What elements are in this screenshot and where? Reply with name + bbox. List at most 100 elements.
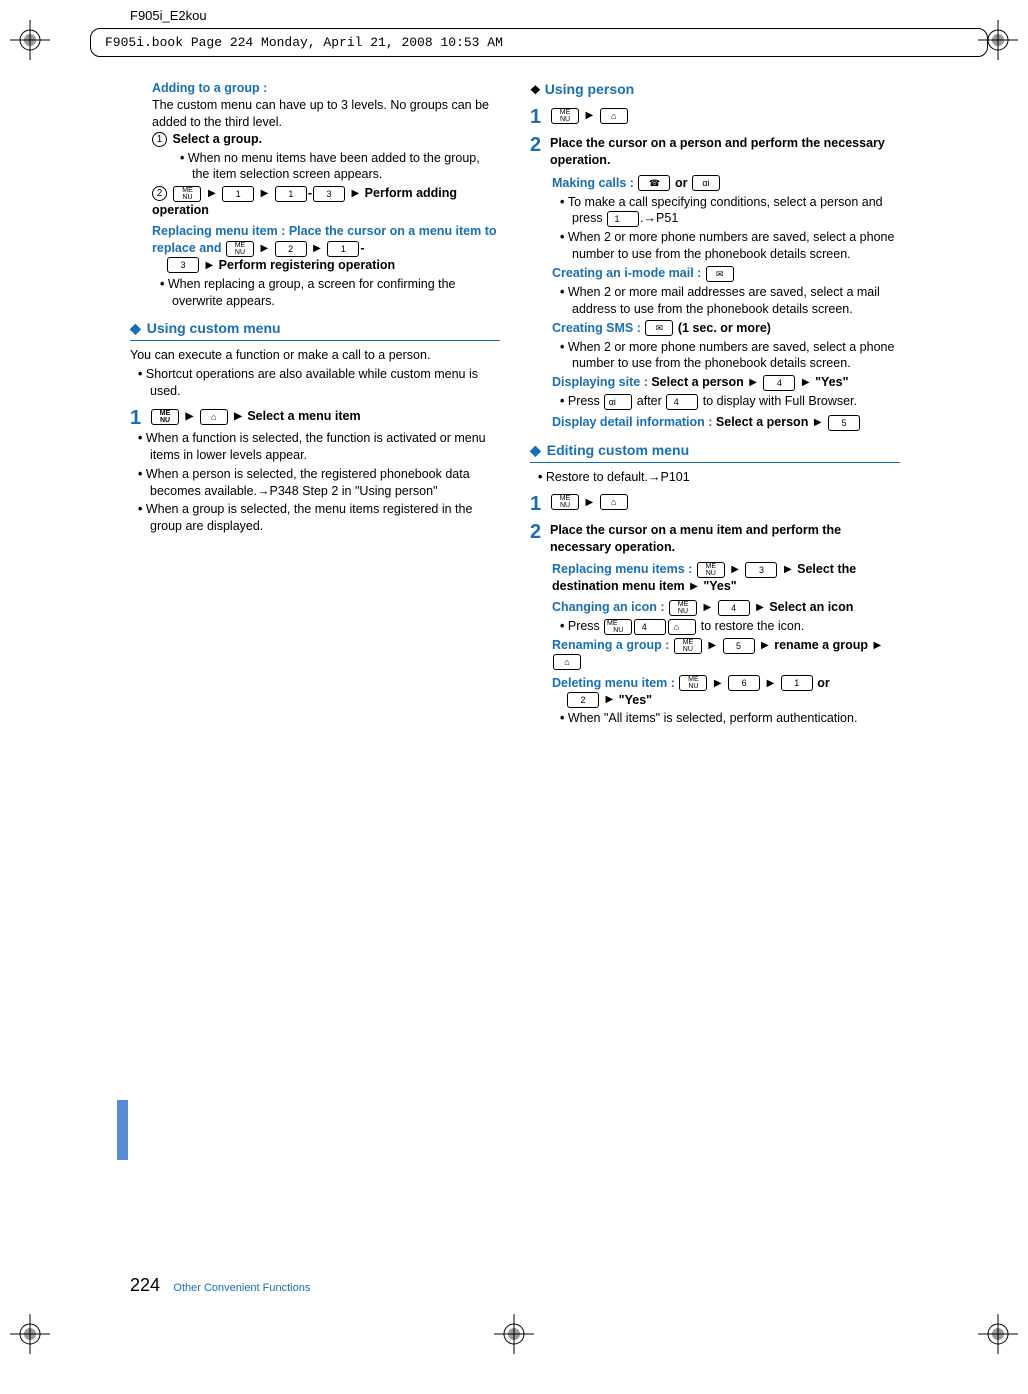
changing-icon-heading: Changing an icon : MENU ▶ 4 ▶ Select an … <box>552 599 900 616</box>
numbered-step: 2 Place the cursor on a menu item and pe… <box>530 522 900 556</box>
circled-1-icon: 1 <box>152 132 167 147</box>
book-key-icon: ⌂ <box>600 108 628 124</box>
list-item: When a group is selected, the menu items… <box>130 501 500 535</box>
key-5-icon: 5 <box>828 415 860 431</box>
section-label: Other Convenient Functions <box>173 1282 310 1294</box>
list-item: To make a call specifying conditions, se… <box>552 194 900 228</box>
list-item: When replacing a group, a screen for con… <box>152 276 500 310</box>
section-tab <box>117 1100 128 1160</box>
sms-heading: Creating SMS : ✉ (1 sec. or more) <box>552 320 900 337</box>
editing-custom-menu-heading: ◆Editing custom menu <box>530 441 900 463</box>
step-number-2: 2 <box>530 522 550 542</box>
adding-to-group-heading: Adding to a group : <box>152 80 500 97</box>
left-column: Adding to a group : The custom menu can … <box>130 80 500 729</box>
arrow-icon: ▶ <box>605 694 613 705</box>
making-calls-heading: Making calls : ☎ or αi <box>552 175 900 192</box>
step-c2: 2 MENU ▶ 1 ▶ 1-3 ▶ Perform adding operat… <box>152 185 500 219</box>
key-2-icon: 2 <box>567 692 599 708</box>
key-3-icon: 3 <box>745 562 777 578</box>
imode-key-icon: αi <box>692 175 720 191</box>
menu-key-icon: MENU <box>551 108 579 124</box>
arrow-icon: ▶ <box>756 602 764 613</box>
menu-key-icon: MENU <box>697 562 725 578</box>
page-footer: 224 Other Convenient Functions <box>130 1275 310 1296</box>
book-key-icon: ⌂ <box>600 494 628 510</box>
arrow-icon: ▶ <box>351 188 359 199</box>
reg-mark-icon <box>978 1314 1018 1354</box>
circled-2-icon: 2 <box>152 186 167 201</box>
key-3-icon: 3 <box>313 186 345 202</box>
menu-key-icon: MENU <box>551 494 579 510</box>
key-1-icon: 1 <box>275 186 307 202</box>
numbered-step: 1 MENU ▶ ⌂ ▶ Select a menu item <box>130 408 500 428</box>
page-number: 224 <box>130 1275 160 1295</box>
menu-key-icon: MENU <box>604 619 632 635</box>
step-number-1: 1 <box>130 408 150 428</box>
step-label: Select a menu item <box>247 409 360 423</box>
step-number-1: 1 <box>530 107 550 127</box>
numbered-step: 2 Place the cursor on a person and perfo… <box>530 135 900 169</box>
list-item: Shortcut operations are also available w… <box>130 366 500 400</box>
step-c1: 1 Select a group. <box>152 131 500 148</box>
imode-mail-heading: Creating an i-mode mail : ✉ <box>552 265 900 282</box>
book-key-icon: ⌂ <box>200 409 228 425</box>
arrow-icon: ▶ <box>749 377 757 388</box>
arrow-icon: ▶ <box>690 581 698 592</box>
book-key-icon: ⌂ <box>553 654 581 670</box>
deleting-item-heading: Deleting menu item : MENU ▶ 6 ▶ 1 or 2 ▶… <box>552 675 900 709</box>
arrow-icon: ▶ <box>260 243 268 254</box>
list-item: Press αi after 4 to display with Full Br… <box>552 393 900 410</box>
arrow-icon: ▶ <box>714 678 722 689</box>
numbered-step: 1 MENU ▶ ⌂ <box>530 494 900 514</box>
phone-key-icon: ☎ <box>638 175 670 191</box>
list-item: When 2 or more phone numbers are saved, … <box>552 229 900 263</box>
list-item: When no menu items have been added to th… <box>172 150 500 184</box>
using-custom-menu-heading: ◆Using custom menu <box>130 319 500 341</box>
arrow-icon: ▶ <box>784 564 792 575</box>
crop-box: F905i.book Page 224 Monday, April 21, 20… <box>90 28 988 57</box>
mail-key-icon: ✉ <box>645 320 673 336</box>
reg-mark-icon <box>494 1314 534 1354</box>
replacing-item-heading: Replacing menu item : Place the cursor o… <box>152 223 500 274</box>
hollow-diamond-icon: ❖ <box>530 83 541 97</box>
key-1-icon: 1 <box>222 186 254 202</box>
key-2-icon: 2 <box>275 241 307 257</box>
arrow-icon: ▶ <box>261 188 269 199</box>
file-label: F905i_E2kou <box>130 8 207 23</box>
list-item: When 2 or more mail addresses are saved,… <box>552 284 900 318</box>
step-number-1: 1 <box>530 494 550 514</box>
book-key-icon: ⌂ <box>668 619 696 635</box>
key-1-icon: 1 <box>781 675 813 691</box>
list-item: When "All items" is selected, perform au… <box>552 710 900 727</box>
key-1-icon: 1 <box>327 241 359 257</box>
key-6-icon: 6 <box>728 675 760 691</box>
key-4-icon: 4 <box>718 600 750 616</box>
reg-mark-icon <box>10 1314 50 1354</box>
key-4-icon: 4 <box>666 394 698 410</box>
arrow-icon: ▶ <box>873 640 881 651</box>
key-5-icon: 5 <box>723 638 755 654</box>
menu-key-icon: MENU <box>151 409 179 425</box>
list-item: When a person is selected, the registere… <box>130 466 500 500</box>
reg-mark-icon <box>10 20 50 60</box>
diamond-icon: ◆ <box>530 441 541 460</box>
arrow-icon: ▶ <box>313 243 321 254</box>
numbered-step: 1 MENU ▶ ⌂ <box>530 107 900 127</box>
right-column: ❖Using person 1 MENU ▶ ⌂ 2 Place the cur… <box>530 80 900 729</box>
key-1-icon: 1 <box>607 211 639 227</box>
mail-key-icon: ✉ <box>706 266 734 282</box>
display-detail-heading: Display detail information : Select a pe… <box>552 414 900 431</box>
using-person-heading: ❖Using person <box>530 80 900 99</box>
arrow-icon: ▶ <box>731 564 739 575</box>
diamond-icon: ◆ <box>130 319 141 338</box>
arrow-icon: ▶ <box>205 260 213 271</box>
replacing-items-heading: Replacing menu items : MENU ▶ 3 ▶ Select… <box>552 561 900 595</box>
arrow-icon: ▶ <box>703 602 711 613</box>
imode-key-icon: αi <box>604 394 632 410</box>
list-item: When 2 or more phone numbers are saved, … <box>552 339 900 373</box>
arrow-icon: ▶ <box>585 497 593 508</box>
renaming-group-heading: Renaming a group : MENU ▶ 5 ▶ rename a g… <box>552 637 900 671</box>
list-item: Press MENU4⌂ to restore the icon. <box>552 618 900 635</box>
step-label: Select a group. <box>172 132 262 146</box>
list-item: Restore to default.→P101 <box>530 469 900 486</box>
